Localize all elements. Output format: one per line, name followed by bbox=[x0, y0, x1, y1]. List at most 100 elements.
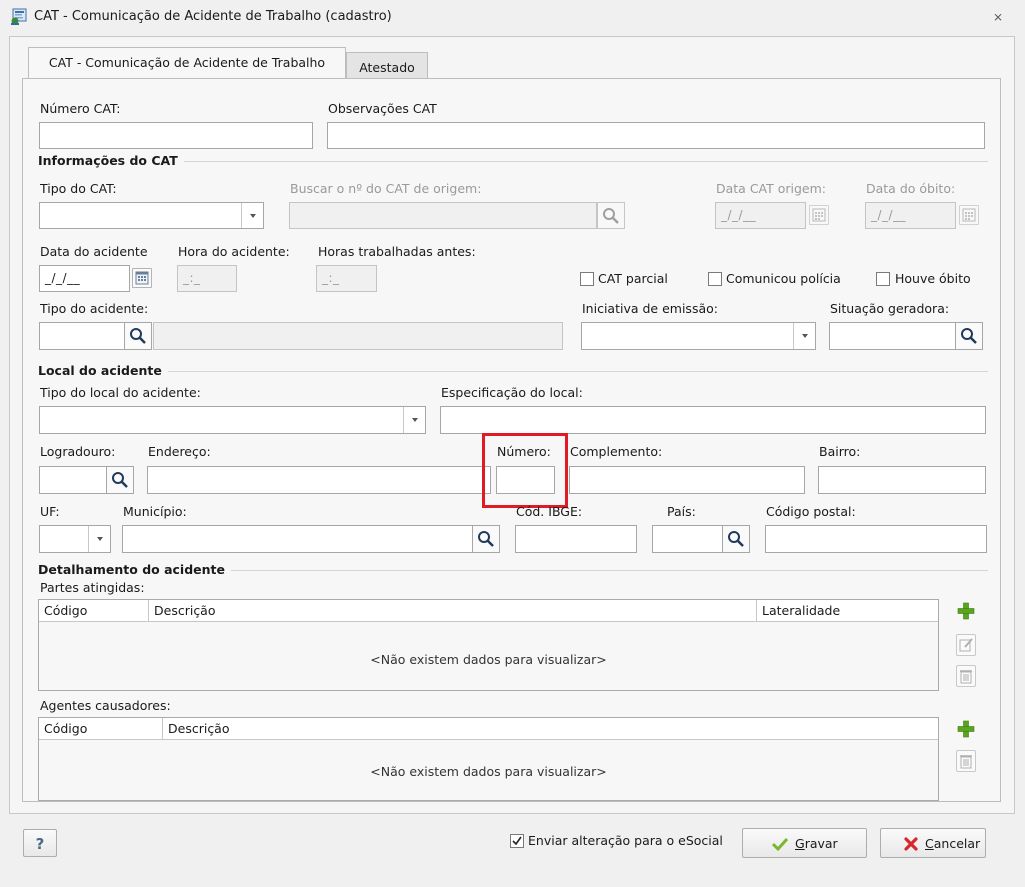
situacao-label: Situação geradora: bbox=[830, 301, 950, 316]
agentes-label: Agentes causadores: bbox=[40, 698, 171, 713]
cod-postal-input[interactable] bbox=[765, 525, 987, 553]
partes-grid[interactable]: Código Descrição Lateralidade <Não exist… bbox=[38, 599, 939, 691]
help-button[interactable]: ? bbox=[23, 829, 57, 857]
cancelar-button[interactable]: Cancelar bbox=[880, 828, 986, 858]
check-icon bbox=[771, 837, 789, 851]
municipio-input[interactable] bbox=[122, 525, 473, 553]
buscar-origem-label: Buscar o nº do CAT de origem: bbox=[290, 181, 482, 196]
houve-obito-label: Houve óbito bbox=[895, 271, 971, 286]
add-icon[interactable] bbox=[956, 601, 976, 623]
data-obito-label: Data do óbito: bbox=[866, 181, 956, 196]
situacao-input[interactable] bbox=[829, 322, 956, 350]
chevron-down-icon[interactable] bbox=[88, 526, 110, 552]
calendar-icon[interactable] bbox=[132, 268, 152, 288]
cancelar-label: Cancelar bbox=[925, 836, 981, 851]
partes-label: Partes atingidas: bbox=[40, 580, 145, 595]
section-detalhamento: Detalhamento do acidente bbox=[38, 562, 231, 577]
hora-acidente-input[interactable]: _:_ bbox=[177, 265, 237, 292]
chevron-down-icon[interactable] bbox=[241, 203, 263, 228]
highlight-box bbox=[482, 433, 568, 508]
buscar-origem-input[interactable] bbox=[289, 202, 597, 229]
gravar-button[interactable]: Gravar bbox=[742, 828, 867, 858]
add-icon[interactable] bbox=[956, 719, 976, 741]
iniciativa-select[interactable] bbox=[581, 322, 816, 350]
municipio-label: Município: bbox=[123, 504, 187, 519]
app-icon bbox=[11, 8, 27, 25]
cancel-icon bbox=[904, 837, 918, 851]
comunicou-policia-checkbox[interactable] bbox=[708, 272, 722, 286]
complemento-label: Complemento: bbox=[570, 444, 663, 459]
numero-cat-label: Número CAT: bbox=[40, 101, 121, 116]
tab-atestado[interactable]: Atestado bbox=[346, 52, 428, 79]
search-icon[interactable] bbox=[722, 525, 750, 553]
grid-header: Código Descrição Lateralidade bbox=[39, 600, 938, 622]
window-title: CAT - Comunicação de Acidente de Trabalh… bbox=[34, 9, 392, 24]
search-icon[interactable] bbox=[124, 322, 152, 350]
grid-empty-message: <Não existem dados para visualizar> bbox=[370, 764, 607, 779]
data-cat-origem-label: Data CAT origem: bbox=[716, 181, 827, 196]
hora-acidente-label: Hora do acidente: bbox=[178, 244, 290, 259]
column-header[interactable]: Código bbox=[39, 718, 163, 739]
tab-cat-label: CAT - Comunicação de Acidente de Trabalh… bbox=[48, 55, 326, 70]
chevron-down-icon[interactable] bbox=[403, 407, 425, 433]
pais-input[interactable] bbox=[652, 525, 723, 553]
close-icon[interactable]: ⨯ bbox=[990, 8, 1006, 26]
tipo-local-select[interactable] bbox=[39, 406, 426, 434]
data-cat-origem-input[interactable]: _/_/__ bbox=[715, 202, 806, 229]
grid-empty-message: <Não existem dados para visualizar> bbox=[370, 652, 607, 667]
column-header[interactable]: Lateralidade bbox=[757, 600, 938, 621]
gravar-label: Gravar bbox=[795, 836, 838, 851]
endereco-label: Endereço: bbox=[148, 444, 211, 459]
section-info-cat: Informações do CAT bbox=[38, 153, 184, 168]
comunicou-policia-label: Comunicou polícia bbox=[726, 271, 841, 286]
observacoes-cat-input[interactable] bbox=[327, 122, 985, 149]
section-divider bbox=[39, 371, 988, 372]
logradouro-label: Logradouro: bbox=[40, 444, 116, 459]
horas-trabalhadas-label: Horas trabalhadas antes: bbox=[318, 244, 476, 259]
logradouro-input[interactable] bbox=[39, 466, 107, 494]
column-header[interactable]: Código bbox=[39, 600, 149, 621]
horas-trabalhadas-input[interactable]: _:_ bbox=[316, 265, 377, 292]
agentes-grid[interactable]: Código Descrição <Não existem dados para… bbox=[38, 717, 939, 801]
data-acidente-input[interactable]: _/_/__ bbox=[39, 265, 130, 292]
edit-icon[interactable] bbox=[956, 634, 976, 656]
cod-postal-label: Código postal: bbox=[766, 504, 856, 519]
tipo-cat-label: Tipo do CAT: bbox=[40, 181, 117, 196]
cod-ibge-input[interactable] bbox=[515, 525, 637, 553]
search-icon[interactable] bbox=[597, 202, 625, 229]
esocial-checkbox[interactable] bbox=[510, 834, 524, 848]
tipo-cat-select[interactable] bbox=[39, 202, 264, 229]
tipo-local-label: Tipo do local do acidente: bbox=[40, 385, 201, 400]
uf-select[interactable] bbox=[39, 525, 111, 553]
trash-icon[interactable] bbox=[956, 665, 976, 687]
tipo-acidente-label: Tipo do acidente: bbox=[40, 301, 149, 316]
tipo-acidente-desc-input bbox=[153, 322, 563, 350]
section-local: Local do acidente bbox=[38, 363, 168, 378]
cat-parcial-label: CAT parcial bbox=[598, 271, 668, 286]
uf-label: UF: bbox=[40, 504, 60, 519]
calendar-icon[interactable] bbox=[809, 205, 829, 225]
data-obito-input[interactable]: _/_/__ bbox=[865, 202, 956, 229]
complemento-input[interactable] bbox=[569, 466, 805, 494]
search-icon[interactable] bbox=[106, 466, 134, 494]
houve-obito-checkbox[interactable] bbox=[876, 272, 890, 286]
tab-atestado-label: Atestado bbox=[359, 60, 415, 75]
especificacao-input[interactable] bbox=[440, 406, 986, 434]
tipo-acidente-code-input[interactable] bbox=[39, 322, 125, 350]
calendar-icon[interactable] bbox=[959, 205, 979, 225]
grid-header: Código Descrição bbox=[39, 718, 938, 740]
column-header[interactable]: Descrição bbox=[149, 600, 757, 621]
chevron-down-icon[interactable] bbox=[793, 323, 815, 349]
cat-parcial-checkbox[interactable] bbox=[580, 272, 594, 286]
search-icon[interactable] bbox=[472, 525, 500, 553]
tab-cat[interactable]: CAT - Comunicação de Acidente de Trabalh… bbox=[28, 47, 346, 78]
endereco-input[interactable] bbox=[147, 466, 491, 494]
cod-ibge-label: Cód. IBGE: bbox=[516, 504, 583, 519]
search-icon[interactable] bbox=[955, 322, 983, 350]
bairro-input[interactable] bbox=[818, 466, 986, 494]
esocial-label: Enviar alteração para o eSocial bbox=[528, 833, 723, 848]
trash-icon[interactable] bbox=[956, 750, 976, 772]
numero-cat-input[interactable] bbox=[39, 122, 313, 149]
column-header[interactable]: Descrição bbox=[163, 718, 938, 739]
iniciativa-label: Iniciativa de emissão: bbox=[582, 301, 718, 316]
